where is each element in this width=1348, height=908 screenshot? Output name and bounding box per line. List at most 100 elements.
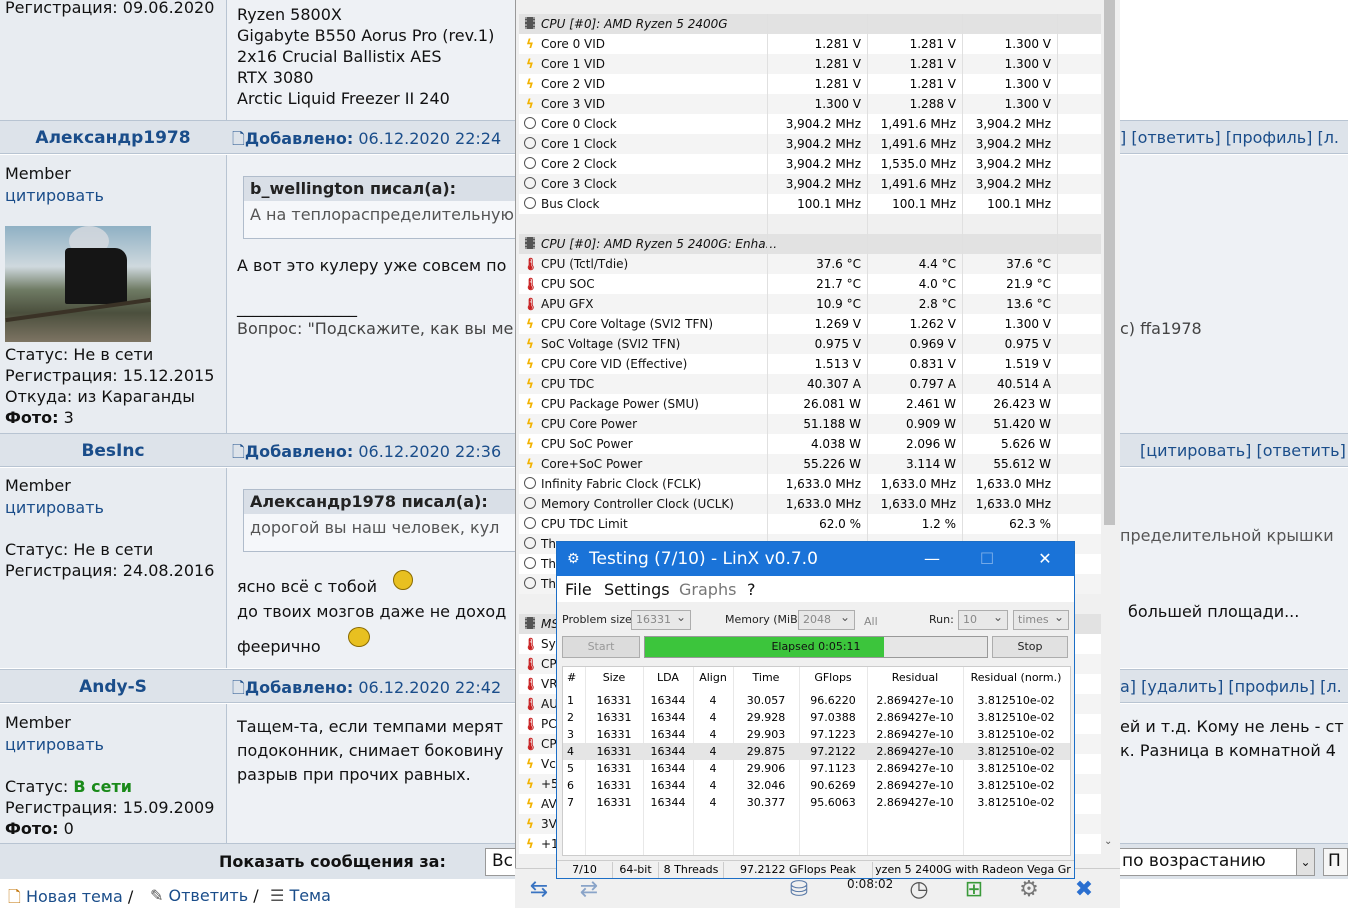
- run-count-select: 10: [958, 608, 1008, 630]
- column-header: GFlops: [814, 671, 852, 684]
- sensor-row[interactable]: 🌡︎ CPU SOC 21.7 °C 4.0 °C 21.9 °C: [519, 274, 1101, 294]
- post-author[interactable]: Александр1978: [0, 128, 226, 148]
- close-icon[interactable]: ✕: [1025, 546, 1065, 572]
- sensor-row[interactable]: Core 2 Clock 3,904.2 MHz 1,535.0 MHz 3,904.…: [519, 154, 1101, 174]
- sensor-name: SoC Voltage (SVI2 TFN): [541, 337, 681, 351]
- clock-icon: [523, 197, 537, 211]
- post-action-links[interactable]: [цитировать] [ответить]: [1140, 441, 1346, 460]
- post-action-links[interactable]: ] [ответить] [профиль] [л.: [1120, 128, 1339, 147]
- scroll-down-icon[interactable]: ⌄: [1104, 836, 1112, 847]
- sensor-min: 2.461 W: [905, 397, 956, 411]
- column-header: Residual: [891, 671, 939, 684]
- new-topic-link[interactable]: 🗋 Новая тема /: [8, 886, 133, 908]
- sensor-current: 51.188 W: [803, 417, 861, 431]
- post-date: 06.12.2020 22:42: [358, 678, 502, 697]
- user-rank: Member: [5, 164, 71, 183]
- sensor-row[interactable]: ϟ CPU Package Power (SMU) 26.081 W 2.461 W 2…: [519, 394, 1101, 414]
- settings-gear-icon[interactable]: ⚙: [1010, 875, 1048, 905]
- sensor-row[interactable]: Memory Controller Clock (UCLK) 1,633.0 MH…: [519, 494, 1101, 514]
- result-row[interactable]: 2 16331 16344 4 29.928 97.0388 2.869427e-10 3.8…: [563, 709, 1070, 726]
- voltage-icon: ϟ: [526, 397, 534, 411]
- quote-link[interactable]: цитировать: [5, 186, 104, 205]
- sensor-name: AV: [541, 797, 557, 811]
- linx-app-icon: ⚙: [567, 551, 580, 567]
- sensor-row[interactable]: ϟ CPU Core Voltage (SVI2 TFN) 1.269 V 1.262…: [519, 314, 1101, 334]
- user-status: Статус: В сети: [5, 777, 132, 796]
- clock-icon: [523, 157, 537, 171]
- sensor-min: 1.288 V: [909, 97, 956, 111]
- sensor-row[interactable]: ϟ Core+SoC Power 55.226 W 3.114 W 55.612 W: [519, 454, 1101, 474]
- status-field: 8 Threads: [663, 863, 719, 876]
- result-row[interactable]: 4 16331 16344 4 29.875 97.2122 2.869427e-10 3.8…: [563, 743, 1070, 760]
- status-field: 64-bit: [619, 863, 652, 876]
- quote-link[interactable]: цитировать: [5, 735, 104, 754]
- result-row[interactable]: 5 16331 16344 4 29.906 97.1123 2.869427e-10 3.8…: [563, 760, 1070, 777]
- chip-icon: [523, 617, 537, 631]
- voltage-icon: ϟ: [526, 317, 534, 331]
- sensor-row[interactable]: ϟ CPU SoC Power 4.038 W 2.096 W 5.626 W: [519, 434, 1101, 454]
- post-action-links[interactable]: а] [удалить] [профиль] [л.: [1120, 677, 1342, 696]
- results-grid[interactable]: # Size LDA Align Time GFlops Residual Residual …: [562, 666, 1071, 856]
- title-bar[interactable]: ⚙ Testing (7/10) - LinX v0.7.0 — ☐ ✕: [557, 542, 1074, 576]
- sensor-row[interactable]: CPU TDC Limit 62.0 % 1.2 % 62.3 %: [519, 514, 1101, 534]
- user-status: Статус: Не в сети: [5, 345, 154, 364]
- post-date: 06.12.2020 22:24: [358, 129, 502, 148]
- reply-link[interactable]: ✎ Ответить /: [150, 886, 259, 905]
- add-report-icon[interactable]: ⊞: [955, 875, 993, 905]
- order-select[interactable]: по возрастанию ⌄: [1115, 848, 1315, 876]
- sensor-name: Memory Controller Clock (UCLK): [541, 497, 734, 511]
- sensor-row[interactable]: Core 3 Clock 3,904.2 MHz 1,491.6 MHz 3,904.…: [519, 174, 1101, 194]
- grid-cell: 90.6269: [810, 779, 856, 792]
- go-button[interactable]: П: [1323, 848, 1348, 876]
- sensor-row[interactable]: 🌡︎ APU GFX 10.9 °C 2.8 °C 13.6 °C: [519, 294, 1101, 314]
- quote-author: b_wellington писал(а):: [244, 177, 522, 201]
- menu-settings[interactable]: Settings: [604, 580, 670, 599]
- user-rank: Member: [5, 713, 71, 732]
- result-row[interactable]: 1 16331 16344 4 30.057 96.6220 2.869427e-10 3.8…: [563, 692, 1070, 709]
- clock-icon[interactable]: ◷: [900, 875, 938, 905]
- menu-file[interactable]: File: [565, 580, 592, 599]
- sensor-row[interactable]: ϟ SoC Voltage (SVI2 TFN) 0.975 V 0.969 V 0.9…: [519, 334, 1101, 354]
- topic-link[interactable]: ☰ Тема: [270, 886, 331, 905]
- menu-help[interactable]: ?: [747, 580, 756, 599]
- close-icon[interactable]: ✖: [1065, 875, 1103, 905]
- network-icon[interactable]: ⛁: [780, 875, 818, 905]
- chevron-down-icon: ⌄: [1296, 849, 1314, 875]
- sensor-name: Core 1 VID: [541, 57, 606, 71]
- spec-line: 2x16 Crucial Ballistix AES: [237, 47, 442, 66]
- grid-cell: 2.869427e-10: [876, 728, 954, 741]
- sensor-row[interactable]: Infinity Fabric Clock (FCLK) 1,633.0 MHz 1…: [519, 474, 1101, 494]
- quote-link[interactable]: цитировать: [5, 498, 104, 517]
- scrollbar-thumb[interactable]: [1104, 0, 1115, 525]
- collapse-arrows-icon[interactable]: ⇆: [520, 875, 558, 905]
- column-divider: [1057, 14, 1058, 544]
- sensor-row[interactable]: Bus Clock 100.1 MHz 100.1 MHz 100.1 MHz: [519, 194, 1101, 214]
- sensor-row[interactable]: ϟ CPU TDC 40.307 A 0.797 A 40.514 A: [519, 374, 1101, 394]
- expand-arrows-icon[interactable]: ⇄: [570, 875, 608, 905]
- sensor-row[interactable]: ϟ CPU Core Power 51.188 W 0.909 W 51.420 W: [519, 414, 1101, 434]
- stop-button[interactable]: Stop: [992, 636, 1068, 658]
- sensor-row[interactable]: ϟ Core 3 VID 1.300 V 1.288 V 1.300 V: [519, 94, 1101, 114]
- post-author[interactable]: BesInc: [0, 441, 226, 461]
- post-author[interactable]: Andy-S: [0, 677, 226, 697]
- sensor-row[interactable]: Core 1 Clock 3,904.2 MHz 1,491.6 MHz 3,904.…: [519, 134, 1101, 154]
- all-checkbox-label: All: [864, 615, 878, 628]
- sensor-group-header[interactable]: CPU [#0]: AMD Ryzen 5 2400G: Enha...: [519, 234, 1101, 254]
- column-divider: [867, 14, 868, 544]
- hwinfo-scrollbar[interactable]: ⌄: [1101, 0, 1118, 852]
- minimize-icon[interactable]: —: [912, 546, 952, 572]
- sensor-group-header[interactable]: CPU [#0]: AMD Ryzen 5 2400G: [519, 14, 1101, 34]
- sensor-row[interactable]: ϟ Core 2 VID 1.281 V 1.281 V 1.300 V: [519, 74, 1101, 94]
- sensor-row[interactable]: Core 0 Clock 3,904.2 MHz 1,491.6 MHz 3,904.…: [519, 114, 1101, 134]
- result-row[interactable]: 6 16331 16344 4 32.046 90.6269 2.869427e-10 3.8…: [563, 777, 1070, 794]
- sensor-row[interactable]: ϟ Core 1 VID 1.281 V 1.281 V 1.300 V: [519, 54, 1101, 74]
- grid-cell: 2: [567, 711, 574, 724]
- result-row[interactable]: 3 16331 16344 4 29.903 97.1223 2.869427e-10 3.8…: [563, 726, 1070, 743]
- sensor-row[interactable]: 🌡︎ CPU (Tctl/Tdie) 37.6 °C 4.4 °C 37.6 °C: [519, 254, 1101, 274]
- sensor-row[interactable]: ϟ CPU Core VID (Effective) 1.513 V 0.831 V 1…: [519, 354, 1101, 374]
- sensor-row[interactable]: ϟ Core 0 VID 1.281 V 1.281 V 1.300 V: [519, 34, 1101, 54]
- result-row[interactable]: 7 16331 16344 4 30.377 95.6063 2.869427e-10 3.8…: [563, 794, 1070, 811]
- chip-icon: [523, 237, 537, 251]
- column-divider: [226, 0, 227, 120]
- sensor-max: 1.300 V: [1004, 37, 1051, 51]
